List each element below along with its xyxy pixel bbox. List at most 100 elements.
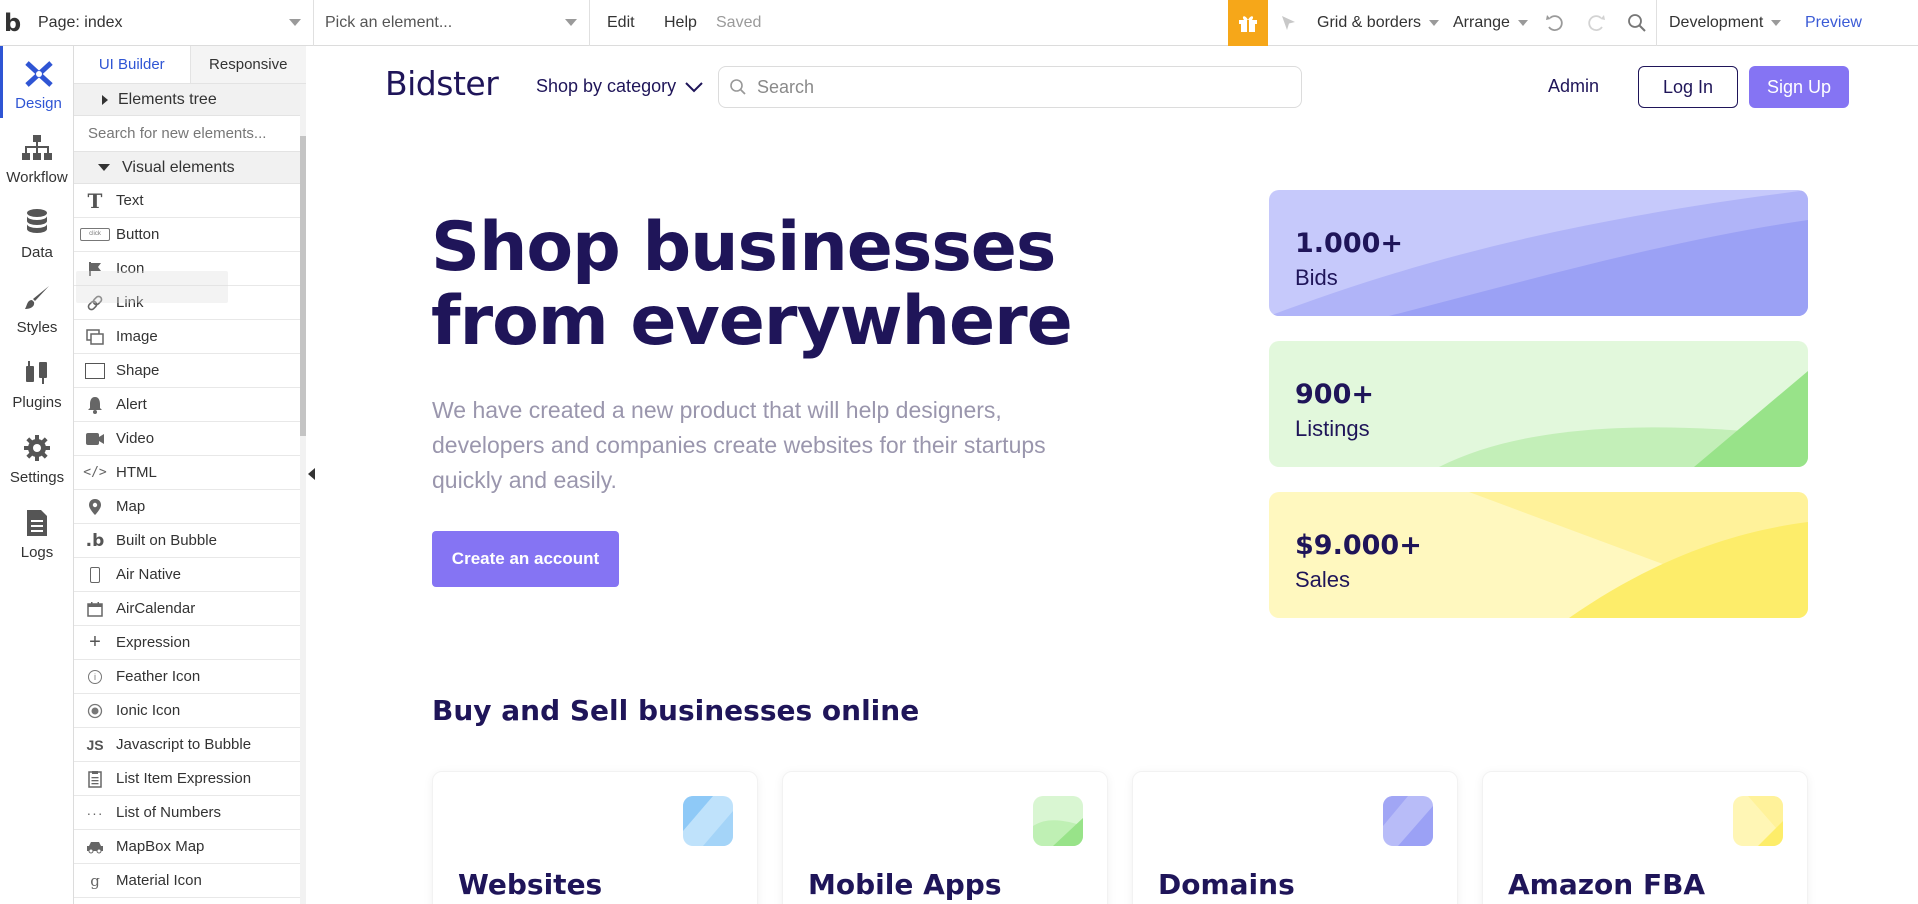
tab-ui-builder[interactable]: UI Builder [74,46,191,83]
stat-value: 1.000+ [1295,228,1404,259]
search-button[interactable] [1623,0,1657,46]
list-item[interactable]: click Button [74,218,300,252]
visual-elements-label: Visual elements [122,158,235,176]
info-circle-icon: i [74,669,116,684]
signup-button[interactable]: Sign Up [1749,66,1849,108]
category-card-mobile-apps[interactable]: Mobile Apps [782,771,1108,904]
list-item-label: Text [116,192,144,209]
list-item[interactable]: Air Native [74,558,300,592]
elements-tree-toggle[interactable]: Elements tree [74,84,306,116]
sidebar-item-workflow[interactable]: Workflow [0,120,74,192]
category-menu-label: Shop by category [536,76,677,96]
list-item[interactable]: Image [74,320,300,354]
sidebar-item-styles[interactable]: Styles [0,270,74,342]
category-card-websites[interactable]: Websites [432,771,758,904]
grid-borders-menu[interactable]: Grid & borders [1317,0,1440,46]
sidebar-label: Design [15,95,62,112]
editor-sidebar: Design Workflow Data Styles Plugins Sett… [0,46,74,904]
document-icon [27,510,47,536]
stat-label: Sales [1295,567,1351,592]
preview-link[interactable]: Preview [1805,0,1862,46]
gear-icon [24,435,50,461]
help-menu[interactable]: Help [664,0,697,46]
bubble-logo[interactable]: b [4,0,28,46]
sidebar-item-settings[interactable]: Settings [0,420,74,492]
list-item-label: Expression [116,634,191,651]
visual-elements-toggle[interactable]: Visual elements [74,152,306,184]
site-search[interactable] [718,66,1302,108]
sidebar-item-logs[interactable]: Logs [0,495,74,567]
text-icon: T [87,188,103,213]
sidebar-label: Plugins [12,394,62,411]
list-item[interactable]: Map [74,490,300,524]
bell-icon [74,396,116,414]
list-item[interactable]: MapBox Map [74,830,300,864]
collapse-panel-icon[interactable] [308,468,315,480]
list-item[interactable]: Alert [74,388,300,422]
category-menu[interactable]: Shop by category [536,76,704,97]
tab-responsive[interactable]: Responsive [190,46,306,83]
stat-card-listings: 900+ Listings [1269,341,1808,467]
element-search-input[interactable] [74,116,306,152]
arrange-menu[interactable]: Arrange [1453,0,1528,46]
list-item[interactable]: AirCalendar [74,592,300,626]
plug-icon [26,361,47,384]
edit-menu[interactable]: Edit [607,0,635,46]
sidebar-item-design[interactable]: Design [0,46,74,118]
list-item[interactable]: List Item Expression [74,762,300,796]
js-icon: JS [86,736,104,753]
list-item-label: HTML [116,464,157,481]
list-item[interactable]: + Expression [74,626,300,660]
mobile-apps-icon [1033,796,1083,846]
undo-button[interactable] [1543,0,1567,46]
login-button[interactable]: Log In [1638,66,1738,108]
sidebar-label: Data [21,244,53,261]
palette-tabs: UI Builder Responsive [74,46,306,84]
list-item-label: Image [116,328,158,345]
drag-ghost [76,271,228,303]
list-item-label: Feather Icon [116,668,201,685]
inspect-cursor-button[interactable] [1278,0,1300,46]
site-search-input[interactable] [757,76,1277,98]
elements-tree-label: Elements tree [118,90,217,108]
sidebar-label: Workflow [6,169,68,186]
admin-link[interactable]: Admin [1548,76,1599,97]
list-item-label: Shape [116,362,160,379]
design-tools-icon [24,61,53,87]
gift-button[interactable] [1228,0,1268,46]
list-item[interactable]: Shape [74,354,300,388]
list-item[interactable]: .b Built on Bubble [74,524,300,558]
list-item[interactable]: Video [74,422,300,456]
sidebar-label: Logs [20,544,54,561]
page-select-label: Page: index [38,14,123,31]
search-icon [1627,14,1646,32]
redo-button[interactable] [1584,0,1608,46]
list-item-label: Ionic Icon [116,702,181,719]
video-icon [74,432,116,446]
list-item[interactable]: i Feather Icon [74,660,300,694]
element-select[interactable]: Pick an element... [315,0,590,46]
websites-icon [683,796,733,846]
category-card-amazon-fba[interactable]: Amazon FBA [1482,771,1808,904]
list-item[interactable]: Ionic Icon [74,694,300,728]
card-title: Amazon FBA [1508,868,1706,901]
site-logo[interactable]: Bidster [385,64,499,103]
list-item[interactable]: g Material Icon [74,864,300,898]
sidebar-item-plugins[interactable]: Plugins [0,345,74,417]
sidebar-item-data[interactable]: Data [0,195,74,267]
map-pin-icon [74,498,116,516]
stat-label: Bids [1295,265,1338,290]
list-item-label: Material Icon [116,872,202,889]
stat-card-bids: 1.000+ Bids [1269,190,1808,316]
domains-icon [1383,796,1433,846]
page-select[interactable]: Page: index [28,0,314,46]
list-item[interactable]: JS Javascript to Bubble [74,728,300,762]
create-account-button[interactable]: Create an account [432,531,619,587]
palette-scrollbar-thumb[interactable] [300,136,306,436]
stat-value: 900+ [1295,379,1374,410]
environment-menu[interactable]: Development [1669,0,1782,46]
list-item[interactable]: T Text [74,184,300,218]
category-card-domains[interactable]: Domains [1132,771,1458,904]
list-item[interactable]: ··· List of Numbers [74,796,300,830]
list-item[interactable]: </> HTML [74,456,300,490]
